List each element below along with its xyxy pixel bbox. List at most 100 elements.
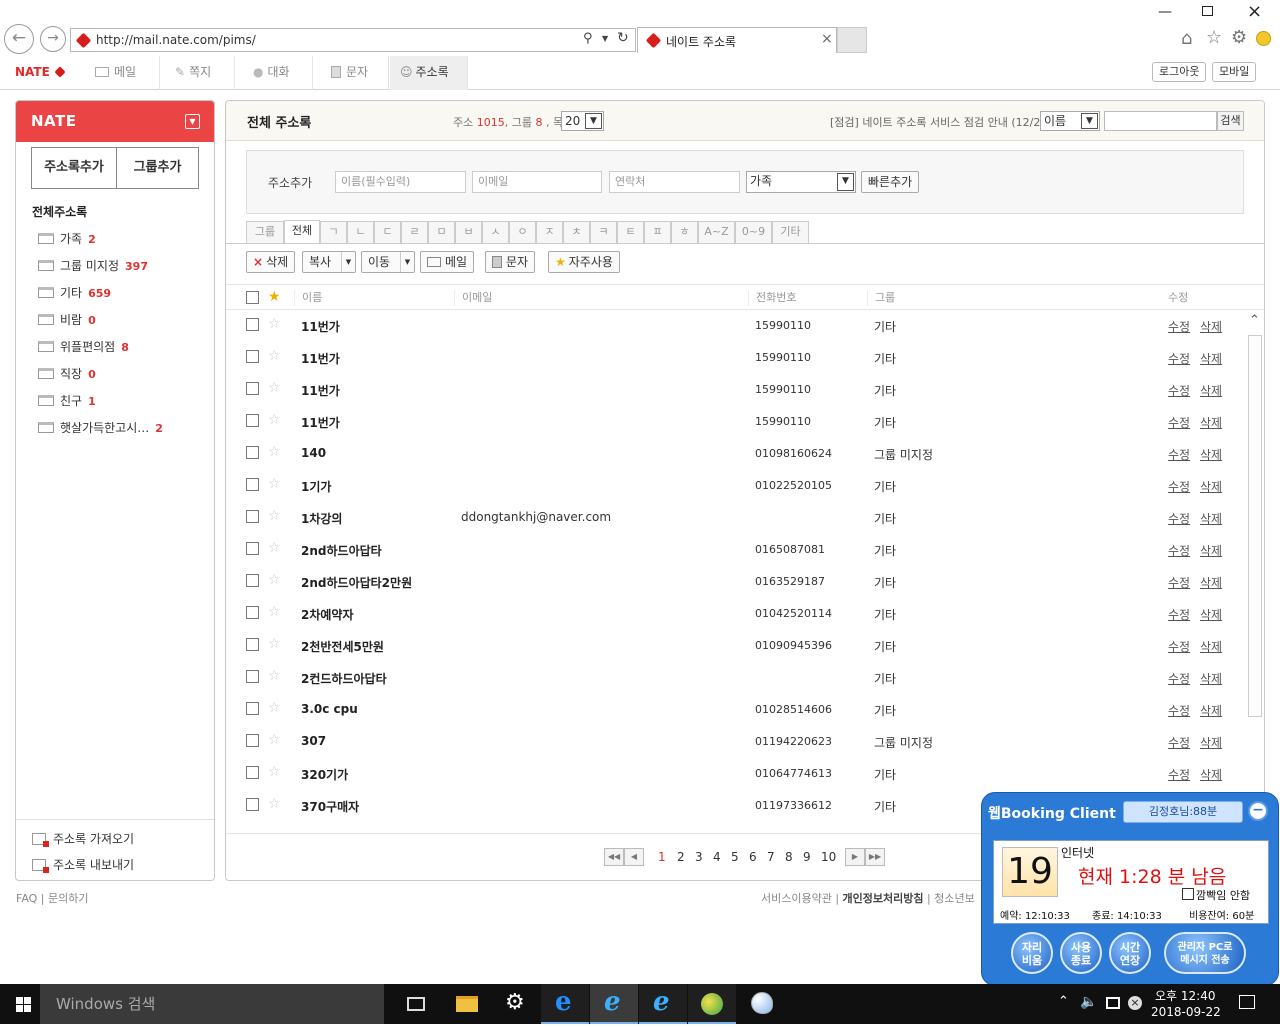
- terms-link[interactable]: 서비스이용약관: [761, 892, 832, 905]
- page-link[interactable]: 3: [695, 850, 703, 864]
- favorites-star-icon[interactable]: ☆: [1206, 27, 1222, 48]
- copy-button[interactable]: 복사 ▼: [302, 251, 356, 273]
- extend-time-button[interactable]: 시간 연장: [1109, 932, 1151, 974]
- row-edit-link[interactable]: 수정: [1168, 478, 1190, 495]
- row-checkbox[interactable]: [246, 670, 259, 683]
- favorite-star-icon[interactable]: ☆: [268, 381, 281, 395]
- add-contact-button[interactable]: 주소록추가: [31, 147, 117, 189]
- new-tab-button[interactable]: [837, 27, 867, 53]
- group-select[interactable]: 가족 ▼: [746, 171, 856, 193]
- logout-button[interactable]: 로그아웃: [1152, 62, 1207, 82]
- row-delete-link[interactable]: 삭제: [1200, 670, 1222, 687]
- sidebar-toggle-icon[interactable]: ▼: [185, 114, 200, 129]
- browser-tab[interactable]: 네이트 주소록 ×: [637, 27, 837, 53]
- table-row[interactable]: ☆ 3.0c cpu 01028514606 기타 수정 삭제: [226, 693, 1246, 725]
- table-row[interactable]: ☆ 1차강의 ddongtankhj@naver.com 기타 수정 삭제: [226, 501, 1246, 533]
- index-tab[interactable]: 0~9: [735, 221, 772, 243]
- favorite-star-icon[interactable]: ☆: [268, 445, 281, 459]
- file-explorer-button[interactable]: [443, 984, 491, 1024]
- add-group-button[interactable]: 그룹추가: [116, 147, 199, 189]
- mail-button[interactable]: 메일: [420, 251, 475, 273]
- row-delete-link[interactable]: 삭제: [1200, 414, 1222, 431]
- taskbar-search-input[interactable]: Windows 검색: [40, 984, 384, 1024]
- favorite-star-icon[interactable]: ☆: [268, 797, 281, 811]
- index-tab[interactable]: ㅍ: [644, 221, 671, 243]
- move-button[interactable]: 이동 ▼: [361, 251, 415, 273]
- row-checkbox[interactable]: [246, 702, 259, 715]
- menu-mail[interactable]: 메일: [85, 56, 160, 90]
- blink-checkbox[interactable]: [1182, 888, 1194, 900]
- settings-button[interactable]: ⚙: [492, 984, 540, 1024]
- import-contacts-link[interactable]: 주소록 가져오기: [32, 830, 134, 847]
- page-link[interactable]: 5: [731, 850, 739, 864]
- table-row[interactable]: ☆ 11번가 15990110 기타 수정 삭제: [226, 309, 1246, 341]
- menu-chat[interactable]: ● 대화: [243, 56, 313, 90]
- menu-note[interactable]: ✎ 쪽지: [165, 56, 235, 90]
- folder-item[interactable]: 햇살가득한고시… 2: [38, 419, 163, 436]
- notification-icon[interactable]: [1239, 995, 1255, 1009]
- tab-close-icon[interactable]: ×: [821, 31, 833, 47]
- vertical-scrollbar[interactable]: ⌃: [1246, 313, 1264, 720]
- row-checkbox[interactable]: [246, 574, 259, 587]
- next-page-icon[interactable]: ▶: [845, 848, 865, 866]
- favorite-star-icon[interactable]: ☆: [268, 573, 281, 587]
- page-link[interactable]: 4: [713, 850, 721, 864]
- row-checkbox[interactable]: [246, 446, 259, 459]
- volume-icon[interactable]: 🔈: [1080, 994, 1097, 1010]
- table-row[interactable]: ☆ 2nd하드아답타 0165087081 기타 수정 삭제: [226, 533, 1246, 565]
- row-edit-link[interactable]: 수정: [1168, 542, 1190, 559]
- favorite-star-icon[interactable]: ☆: [268, 669, 281, 683]
- favorite-star-icon[interactable]: ☆: [268, 317, 281, 331]
- address-bar[interactable]: http://mail.nate.com/pims/ ⚲ ▼ ↻: [70, 28, 636, 52]
- row-edit-link[interactable]: 수정: [1168, 606, 1190, 623]
- favorite-star-icon[interactable]: ☆: [268, 765, 281, 779]
- row-checkbox[interactable]: [246, 734, 259, 747]
- clock-date[interactable]: 2018-09-22: [1151, 1005, 1221, 1019]
- page-link[interactable]: 9: [803, 850, 811, 864]
- minimize-icon[interactable]: −: [1248, 801, 1268, 821]
- row-edit-link[interactable]: 수정: [1168, 414, 1190, 431]
- folder-item[interactable]: 위플편의점 8: [38, 338, 129, 355]
- page-link[interactable]: 8: [785, 850, 793, 864]
- delete-button[interactable]: × 삭제: [246, 251, 296, 273]
- messenger-button[interactable]: [688, 984, 736, 1024]
- row-edit-link[interactable]: 수정: [1168, 318, 1190, 335]
- index-tab[interactable]: ㅇ: [509, 221, 536, 243]
- name-input[interactable]: 이름(필수입력): [335, 171, 466, 193]
- export-contacts-link[interactable]: 주소록 내보내기: [32, 856, 134, 873]
- row-checkbox[interactable]: [246, 414, 259, 427]
- index-tab[interactable]: ㅅ: [482, 221, 509, 243]
- row-delete-link[interactable]: 삭제: [1200, 382, 1222, 399]
- row-edit-link[interactable]: 수정: [1168, 702, 1190, 719]
- row-checkbox[interactable]: [246, 766, 259, 779]
- smiley-icon[interactable]: [1256, 31, 1271, 46]
- paint-button[interactable]: [737, 984, 785, 1024]
- row-edit-link[interactable]: 수정: [1168, 382, 1190, 399]
- page-size-select[interactable]: 20 ▼: [561, 111, 604, 131]
- folder-item[interactable]: 기타 659: [38, 284, 111, 301]
- table-row[interactable]: ☆ 11번가 15990110 기타 수정 삭제: [226, 341, 1246, 373]
- column-name[interactable]: 이름: [294, 290, 322, 306]
- row-delete-link[interactable]: 삭제: [1200, 542, 1222, 559]
- task-view-button[interactable]: [392, 984, 440, 1024]
- row-edit-link[interactable]: 수정: [1168, 446, 1190, 463]
- search-input[interactable]: [1104, 111, 1217, 131]
- row-checkbox[interactable]: [246, 318, 259, 331]
- index-tab[interactable]: ㄷ: [374, 221, 401, 243]
- no-connection-icon[interactable]: ×: [1128, 996, 1142, 1010]
- clock-time[interactable]: 오후 12:40: [1155, 987, 1215, 1004]
- table-row[interactable]: ☆ 140 01098160624 그룹 미지정 수정 삭제: [226, 437, 1246, 469]
- page-link[interactable]: 6: [749, 850, 757, 864]
- scroll-thumb[interactable]: [1248, 335, 1262, 717]
- leave-seat-button[interactable]: 자리 비움: [1011, 932, 1053, 974]
- row-checkbox[interactable]: [246, 542, 259, 555]
- inquiry-link[interactable]: 문의하기: [48, 892, 88, 905]
- row-delete-link[interactable]: 삭제: [1200, 702, 1222, 719]
- message-admin-button[interactable]: 관리자 PC로 메시지 전송: [1164, 932, 1246, 974]
- row-checkbox[interactable]: [246, 606, 259, 619]
- edge-button[interactable]: e: [541, 984, 589, 1024]
- favorite-star-icon[interactable]: ☆: [268, 541, 281, 555]
- end-use-button[interactable]: 사용 종료: [1060, 932, 1102, 974]
- row-delete-link[interactable]: 삭제: [1200, 734, 1222, 751]
- row-delete-link[interactable]: 삭제: [1200, 446, 1222, 463]
